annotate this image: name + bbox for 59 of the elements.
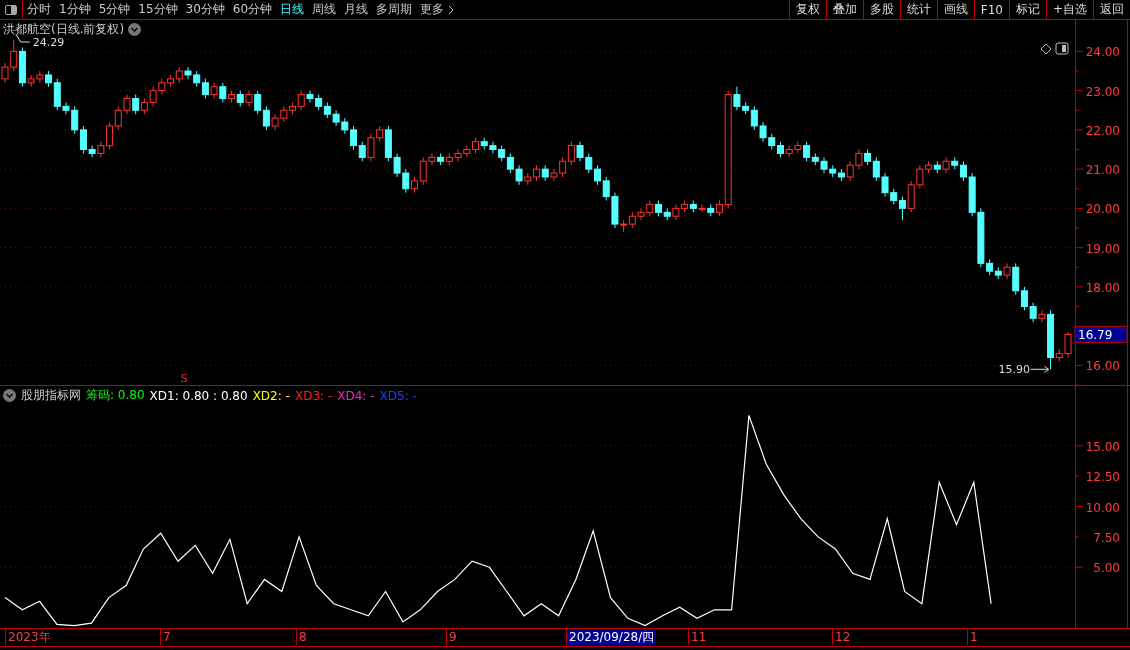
legend-item: XD4: - (337, 388, 375, 403)
indicator-axis-label: 15.00 (1085, 439, 1120, 454)
date-axis-label: 9 (446, 629, 457, 645)
price-axis-label: 19.00 (1085, 241, 1120, 256)
toolbar-button[interactable]: +自选 (1045, 0, 1093, 19)
legend-item: XD5: - (379, 388, 417, 403)
chart-title: 洪都航空(日线.前复权) (3, 21, 125, 38)
price-axis-label: 18.00 (1085, 280, 1120, 295)
date-axis-label: 2023年 (5, 629, 51, 645)
toolbar-button[interactable]: 复权 (788, 0, 826, 19)
period-tab[interactable]: 15分钟 (134, 0, 182, 19)
diamond-icon[interactable] (1040, 43, 1052, 55)
low-marker-arrow (1030, 365, 1050, 373)
date-axis-label: 8 (296, 629, 307, 645)
date-axis-label: 1 (967, 629, 978, 645)
indicator-axis-label: 10.00 (1085, 500, 1120, 515)
low-price-label: 15.90 (998, 363, 1031, 377)
toolbar-button[interactable]: 返回 (1093, 0, 1130, 19)
indicator-axis-label: 5.00 (1093, 561, 1120, 576)
high-price-label: 24.29 (32, 36, 65, 49)
date-axis-label: 7 (160, 629, 171, 645)
toolbar-button[interactable]: 标记 (1008, 0, 1046, 19)
toolbar-button[interactable]: 统计 (899, 0, 937, 19)
date-axis-label: 2023/09/28/四 (566, 629, 657, 645)
signal-mark: S (180, 372, 188, 385)
period-tab[interactable]: 5分钟 (94, 0, 135, 19)
price-axis-label: 21.00 (1085, 163, 1120, 178)
date-axis-label: 11 (688, 629, 707, 645)
period-tab[interactable]: 60分钟 (228, 0, 277, 19)
price-axis-label: 23.00 (1085, 84, 1120, 99)
indicator-name: 股朋指标网 (21, 387, 81, 404)
dropdown-icon[interactable] (3, 389, 16, 402)
toolbar-button[interactable]: 画线 (936, 0, 974, 19)
period-tab[interactable]: 30分钟 (181, 0, 229, 19)
legend-item: XD2: - (252, 388, 290, 403)
legend-item: XD3: - (294, 388, 333, 403)
indicator-axis-label: 12.50 (1085, 470, 1120, 485)
period-tab[interactable]: 周线 (308, 0, 341, 19)
toolbar-button[interactable]: 多股 (862, 0, 900, 19)
price-axis-label: 24.00 (1085, 45, 1120, 60)
indicator-axis-label: 7.50 (1093, 530, 1120, 545)
toolbar-button[interactable]: 叠加 (825, 0, 863, 19)
price-axis-label: 16.00 (1085, 359, 1120, 374)
date-axis-label: 12 (832, 629, 851, 645)
period-tab[interactable]: 日线 (276, 0, 309, 19)
period-tab[interactable]: 多周期 (372, 0, 417, 19)
legend-item: 筹码: 0.80 (86, 387, 145, 404)
last-price-label: 16.79 (1074, 325, 1128, 343)
period-tab[interactable]: 分时 (23, 0, 55, 19)
price-axis-label: 22.00 (1085, 123, 1120, 138)
toolbar-button[interactable]: F10 (973, 0, 1009, 19)
panel-toggle-icon[interactable] (1055, 42, 1069, 55)
chevron-icon (448, 4, 455, 15)
more-button[interactable]: 更多 (416, 0, 459, 19)
price-axis-label: 20.00 (1085, 202, 1120, 217)
period-tab[interactable]: 月线 (340, 0, 373, 19)
period-tab[interactable]: 1分钟 (55, 0, 95, 19)
legend-item: XD1: 0.80 : 0.80 (149, 388, 248, 403)
dropdown-icon[interactable] (128, 23, 142, 36)
